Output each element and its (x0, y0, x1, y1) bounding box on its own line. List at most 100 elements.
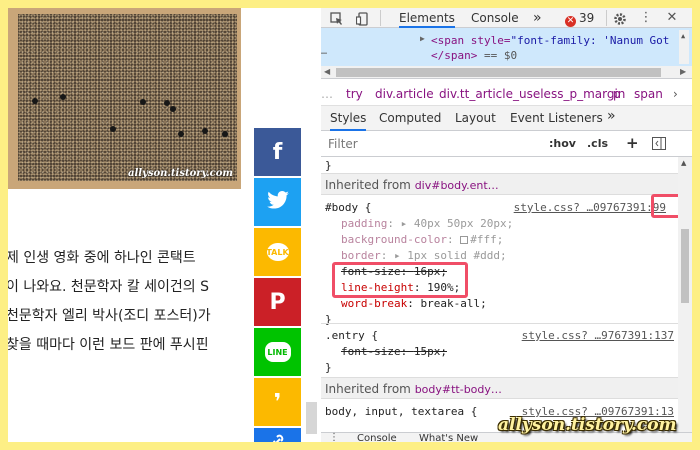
dom-tag: <span style= (431, 34, 511, 47)
scroll-up-icon[interactable]: ▲ (681, 159, 686, 167)
twitter-share-button[interactable] (254, 178, 301, 226)
property-name: word-break (341, 297, 408, 310)
scroll-up-icon[interactable]: ▲ (681, 32, 685, 40)
corkboard-image: allyson.tistory.com (8, 8, 241, 189)
share-rail: f TALK P LINE ❜ (254, 128, 301, 442)
styles-scrollbar[interactable]: ▲ (678, 157, 692, 442)
styles-pane: } Inherited from div#body.ent… #body { s… (321, 157, 678, 442)
scroll-thumb[interactable] (681, 229, 689, 303)
property-value: 15px; (413, 345, 447, 358)
tab-styles[interactable]: Styles (330, 111, 367, 131)
brunch-icon: ❜ (273, 389, 282, 415)
hover-state-toggle[interactable]: :hov (549, 137, 576, 150)
property-name: background-color (341, 233, 447, 246)
property-value: ▸ 40px 50px 20px; (400, 217, 514, 230)
devtools-tabbar: Elements Console » ✕ 39 ⋮ ✕ (321, 8, 692, 28)
color-swatch-icon[interactable] (460, 236, 469, 244)
scroll-right-icon[interactable]: ▶ (680, 67, 686, 76)
property-value: ▸ 1px solid #ddd; (394, 249, 507, 262)
breadcrumb-item[interactable]: p (613, 87, 621, 101)
drawer-tab-console[interactable]: Console (357, 433, 397, 442)
css-property[interactable]: border: ▸ 1px solid #ddd; (341, 249, 507, 262)
facebook-share-button[interactable]: f (254, 128, 301, 176)
styles-filter-bar: Filter :hov .cls + (321, 131, 692, 157)
dom-tree: … ▶ <span style="font-family: 'Nanum Got… (321, 28, 692, 66)
page-scrollbar[interactable] (306, 402, 317, 434)
property-value: break-all; (420, 297, 487, 310)
css-property-overridden[interactable]: font-size: 15px; (341, 345, 447, 358)
dom-selected-marker: == $0 (477, 49, 518, 62)
rule-close-brace: } (325, 361, 332, 374)
pushpin (32, 98, 38, 104)
rule-close-brace: } (325, 159, 332, 172)
tab-console[interactable]: Console (471, 8, 519, 28)
rule-selector[interactable]: #body { (325, 201, 371, 214)
more-tabs-chevron-icon[interactable]: » (533, 8, 542, 28)
more-subtabs-chevron-icon[interactable]: » (607, 108, 616, 124)
pushpin (140, 99, 146, 105)
dom-horizontal-scrollbar[interactable]: ◀ ▶ (321, 66, 692, 79)
breadcrumb-item[interactable]: div.tt_article_useless_p_margin (439, 87, 625, 101)
tab-event-listeners[interactable]: Event Listeners (510, 111, 603, 125)
link-share-button[interactable] (254, 428, 301, 442)
rule-divider (321, 323, 678, 324)
drawer-tab-whatsnew[interactable]: What's New (419, 433, 478, 442)
inherited-header: Inherited from div#body.ent… (321, 173, 678, 195)
breadcrumb-item[interactable]: try (346, 87, 363, 101)
article-line: 제 인생 영화 중에 하나인 콘택트 (8, 250, 196, 266)
settings-gear-icon[interactable] (613, 11, 627, 25)
inherited-element-link[interactable]: body#tt-body… (415, 383, 502, 396)
css-property[interactable]: padding: ▸ 40px 50px 20px; (341, 217, 513, 230)
link-icon (270, 433, 286, 442)
pinterest-share-button[interactable]: P (254, 278, 301, 326)
filter-input[interactable]: Filter (328, 137, 358, 151)
tab-layout[interactable]: Layout (455, 111, 496, 125)
error-icon: ✕ (565, 16, 576, 27)
kakaotalk-icon: TALK (266, 243, 289, 261)
close-icon[interactable]: ✕ (665, 11, 679, 25)
inspect-element-icon[interactable] (330, 11, 344, 25)
expand-arrow-icon[interactable]: ▶ (420, 34, 425, 43)
rule-source-link[interactable]: style.css? …9767391:137 (522, 329, 674, 342)
css-property[interactable]: background-color: #fff; (341, 233, 503, 246)
pushpin (222, 131, 228, 137)
line-share-button[interactable]: LINE (254, 328, 301, 376)
more-options-kebab-icon[interactable]: ⋮ (639, 11, 653, 25)
breadcrumb-item[interactable]: div.article (375, 87, 434, 101)
blog-page: allyson.tistory.com 제 인생 영화 중에 하나인 콘택트 이… (8, 8, 321, 442)
new-rule-plus-icon[interactable]: + (626, 134, 639, 152)
css-property[interactable]: word-break: break-all; (341, 297, 487, 310)
dom-close-tag: </span> (431, 49, 478, 62)
breadcrumb-item-selected[interactable]: span (634, 87, 663, 101)
article-line: 천문학자 엘리 박사(조디 포스터)가 (8, 308, 211, 324)
line-icon: LINE (264, 342, 291, 362)
property-name: padding (341, 217, 388, 230)
toggle-sidebar-icon[interactable] (652, 137, 666, 153)
scroll-thumb[interactable] (336, 68, 661, 77)
kakaotalk-share-button[interactable]: TALK (254, 228, 301, 276)
tab-elements[interactable]: Elements (399, 8, 455, 28)
brunch-share-button[interactable]: ❜ (254, 378, 301, 426)
dom-node-span[interactable]: <span style="font-family: 'Nanum Got (431, 34, 669, 47)
tab-computed[interactable]: Computed (379, 111, 441, 125)
rule-close-brace: } (325, 313, 332, 326)
rule-source-link[interactable]: style.css? …09767391:99 (514, 201, 666, 214)
rule-selector[interactable]: .entry { (325, 329, 378, 342)
dom-node-close[interactable]: </span> == $0 (431, 49, 517, 62)
source-file: style.css? …09767391: (513, 201, 653, 214)
breadcrumb-more-icon[interactable]: › (673, 87, 678, 101)
breadcrumb: … try div.article div.tt_article_useless… (321, 82, 692, 106)
property-name: font-size (341, 345, 401, 358)
scroll-left-icon[interactable]: ◀ (324, 67, 330, 76)
pinterest-icon: P (269, 289, 286, 315)
pushpin (110, 126, 116, 132)
device-toolbar-icon[interactable] (355, 11, 370, 26)
drawer-menu-icon[interactable]: ⋮ (329, 432, 339, 442)
toolbar-divider (380, 10, 381, 26)
twitter-icon (266, 190, 289, 215)
article-body: 제 인생 영화 중에 하나인 콘택트 이 나와요. 천문학자 칼 세이건의 S … (8, 244, 246, 360)
inherited-element-link[interactable]: div#body.ent… (415, 179, 499, 192)
class-toggle[interactable]: .cls (587, 137, 608, 150)
rule-selector[interactable]: body, input, textarea { (325, 405, 477, 418)
error-count-badge[interactable]: ✕ 39 (565, 11, 594, 27)
